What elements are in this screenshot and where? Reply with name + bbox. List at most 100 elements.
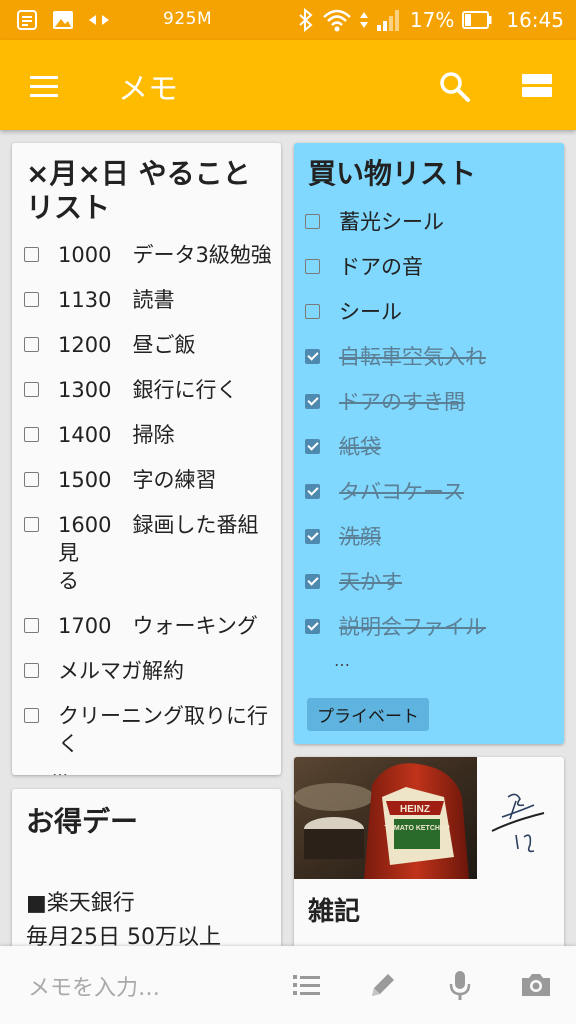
data-transfer-icon bbox=[89, 15, 109, 25]
checkbox-unchecked-icon[interactable] bbox=[24, 427, 39, 442]
checklist-item[interactable]: 1400 掃除 bbox=[24, 421, 276, 449]
bluetooth-icon bbox=[299, 8, 313, 32]
checklist-item[interactable]: シール bbox=[305, 298, 557, 326]
note-body-line: ■楽天銀行 bbox=[26, 891, 135, 916]
checklist-item-text: 1700 ウォーキング bbox=[58, 614, 258, 638]
photo-note-button[interactable] bbox=[519, 968, 553, 1002]
wifi-icon bbox=[323, 9, 351, 32]
checklist-item[interactable]: 1700 ウォーキング bbox=[24, 612, 276, 640]
clock-time: 16:45 bbox=[506, 8, 564, 32]
new-note-input[interactable]: メモを入力… bbox=[28, 970, 160, 1002]
checklist-item-text: 洗顔 bbox=[339, 525, 381, 549]
checkbox-unchecked-icon[interactable] bbox=[24, 382, 39, 397]
notes-app-icon bbox=[17, 10, 37, 30]
checkbox-checked-icon[interactable] bbox=[305, 394, 320, 409]
checklist: 蓄光シールドアの音シール自転車空気入れドアのすき間 紙袋タバコケース 洗顔天かす説明… bbox=[305, 208, 557, 658]
checklist-item-text: クリーニング取りに行 く bbox=[58, 704, 268, 756]
checkbox-checked-icon[interactable] bbox=[305, 484, 320, 499]
checklist-item[interactable]: ドアの音 bbox=[305, 253, 557, 281]
checkbox-unchecked-icon[interactable] bbox=[305, 304, 320, 319]
checklist-item[interactable]: メルマガ解約 bbox=[24, 657, 276, 685]
checklist-item[interactable]: 洗顔 bbox=[305, 523, 557, 551]
checklist-item[interactable]: 1200 昼ご飯 bbox=[24, 331, 276, 359]
checklist-item-text: ドアの音 bbox=[339, 255, 423, 279]
checklist-item-text: 1500 字の練習 bbox=[58, 468, 217, 492]
data-arrows-icon bbox=[359, 12, 368, 28]
checklist-item[interactable]: 1000 データ3級勉強 bbox=[24, 241, 276, 269]
checklist-item[interactable]: タバコケース bbox=[305, 478, 557, 506]
checkbox-unchecked-icon[interactable] bbox=[24, 247, 39, 262]
checkbox-unchecked-icon[interactable] bbox=[24, 337, 39, 352]
checklist-item[interactable]: 紙袋 bbox=[305, 433, 557, 461]
checklist-item-text: ドアのすき間 bbox=[339, 390, 465, 414]
checkbox-unchecked-icon[interactable] bbox=[24, 517, 39, 532]
search-button[interactable] bbox=[438, 70, 472, 104]
checklist-item[interactable]: 1130 読書 bbox=[24, 286, 276, 314]
app-title: メモ bbox=[118, 72, 178, 107]
checklist-item-text: タバコケース bbox=[339, 480, 464, 504]
checkbox-unchecked-icon[interactable] bbox=[24, 708, 39, 723]
note-card-deals[interactable]: お得デー ■楽天銀行 毎月25日 50万以上 bbox=[12, 789, 281, 949]
checklist-item[interactable]: 自転車空気入れ bbox=[305, 343, 557, 371]
hamburger-icon bbox=[30, 76, 58, 79]
status-system-icons: 17% 16:45 bbox=[298, 6, 564, 34]
pen-icon bbox=[372, 974, 394, 996]
checkbox-unchecked-icon[interactable] bbox=[305, 214, 320, 229]
note-title: 買い物リスト bbox=[308, 157, 477, 190]
checklist-item[interactable]: 1600 録画した番組見 る bbox=[24, 511, 276, 595]
battery-icon bbox=[462, 11, 492, 29]
checklist-item[interactable]: 天かす bbox=[305, 568, 557, 596]
checklist-item[interactable]: 説明会ファイル bbox=[305, 613, 557, 641]
battery-percent: 17% bbox=[409, 8, 455, 32]
note-body-line: 毎月25日 50万以上 bbox=[26, 925, 221, 949]
checklist-item-text: 1130 読書 bbox=[58, 288, 175, 312]
list-view-icon-bar bbox=[522, 87, 552, 97]
checklist-item[interactable]: ドアのすき間 bbox=[305, 388, 557, 416]
checkbox-unchecked-icon[interactable] bbox=[24, 292, 39, 307]
checkbox-checked-icon[interactable] bbox=[305, 619, 320, 634]
checkbox-unchecked-icon[interactable] bbox=[24, 472, 39, 487]
checklist-item-text: 1400 掃除 bbox=[58, 423, 175, 447]
voice-note-button[interactable] bbox=[443, 968, 477, 1002]
checkbox-unchecked-icon[interactable] bbox=[24, 663, 39, 678]
checklist-item-text: 1200 昼ご飯 bbox=[58, 333, 196, 357]
camera-icon bbox=[522, 974, 550, 996]
note-card-todo[interactable]: ×月×日 やること リスト 1000 データ3級勉強 1130 読書 1200 昼ご… bbox=[12, 143, 281, 775]
checkbox-unchecked-icon[interactable] bbox=[305, 259, 320, 274]
checklist-item-text: 1300 銀行に行く bbox=[58, 378, 238, 402]
handwriting-drawing bbox=[491, 793, 545, 853]
checkbox-unchecked-icon[interactable] bbox=[24, 618, 39, 633]
checklist-item[interactable]: 1500 字の練習 bbox=[24, 466, 276, 494]
checkbox-checked-icon[interactable] bbox=[305, 574, 320, 589]
checkbox-checked-icon[interactable] bbox=[305, 439, 320, 454]
checkbox-checked-icon[interactable] bbox=[305, 529, 320, 544]
list-icon bbox=[293, 975, 320, 995]
checklist-item-text: メルマガ解約 bbox=[58, 659, 184, 683]
hamburger-icon-line bbox=[30, 85, 58, 88]
checklist-item-text: 紙袋 bbox=[339, 435, 381, 459]
checklist-item-text: 蓄光シール bbox=[339, 210, 444, 234]
checklist-item[interactable]: クリーニング取りに行 く bbox=[24, 702, 276, 758]
checklist-item[interactable]: 1300 銀行に行く bbox=[24, 376, 276, 404]
new-drawing-button[interactable] bbox=[366, 968, 400, 1002]
hamburger-icon-line bbox=[30, 94, 58, 97]
ketchup-product-text: TOMATO KETCHUP bbox=[384, 825, 450, 832]
note-title: 雑記 bbox=[308, 897, 361, 927]
note-title: お得デー bbox=[26, 805, 139, 838]
search-icon bbox=[440, 72, 470, 102]
app-bar: メモ bbox=[0, 40, 576, 130]
checklist-item[interactable]: 蓄光シール bbox=[305, 208, 557, 236]
view-toggle-button[interactable] bbox=[522, 72, 552, 98]
status-bar: 925M 17% 16:45 bbox=[0, 0, 576, 40]
menu-button[interactable] bbox=[28, 74, 60, 98]
new-list-button[interactable] bbox=[290, 968, 324, 1002]
label-chip-private[interactable]: プライベート bbox=[307, 698, 429, 731]
note-card-misc[interactable]: HEINZ TOMATO KETCHUP 雑記 bbox=[294, 757, 564, 952]
note-card-shopping[interactable]: 買い物リスト 蓄光シールドアの音シール自転車空気入れドアのすき間 紙袋タバコケース… bbox=[294, 143, 564, 744]
more-items-indicator: … bbox=[334, 651, 350, 670]
bottom-input-bar: メモを入力… bbox=[0, 946, 576, 1024]
checklist-item-text: 1600 録画した番組見 る bbox=[58, 513, 259, 593]
checkbox-checked-icon[interactable] bbox=[305, 349, 320, 364]
checklist-item-text: 天かす bbox=[339, 570, 402, 594]
more-items-indicator: … bbox=[52, 761, 68, 776]
